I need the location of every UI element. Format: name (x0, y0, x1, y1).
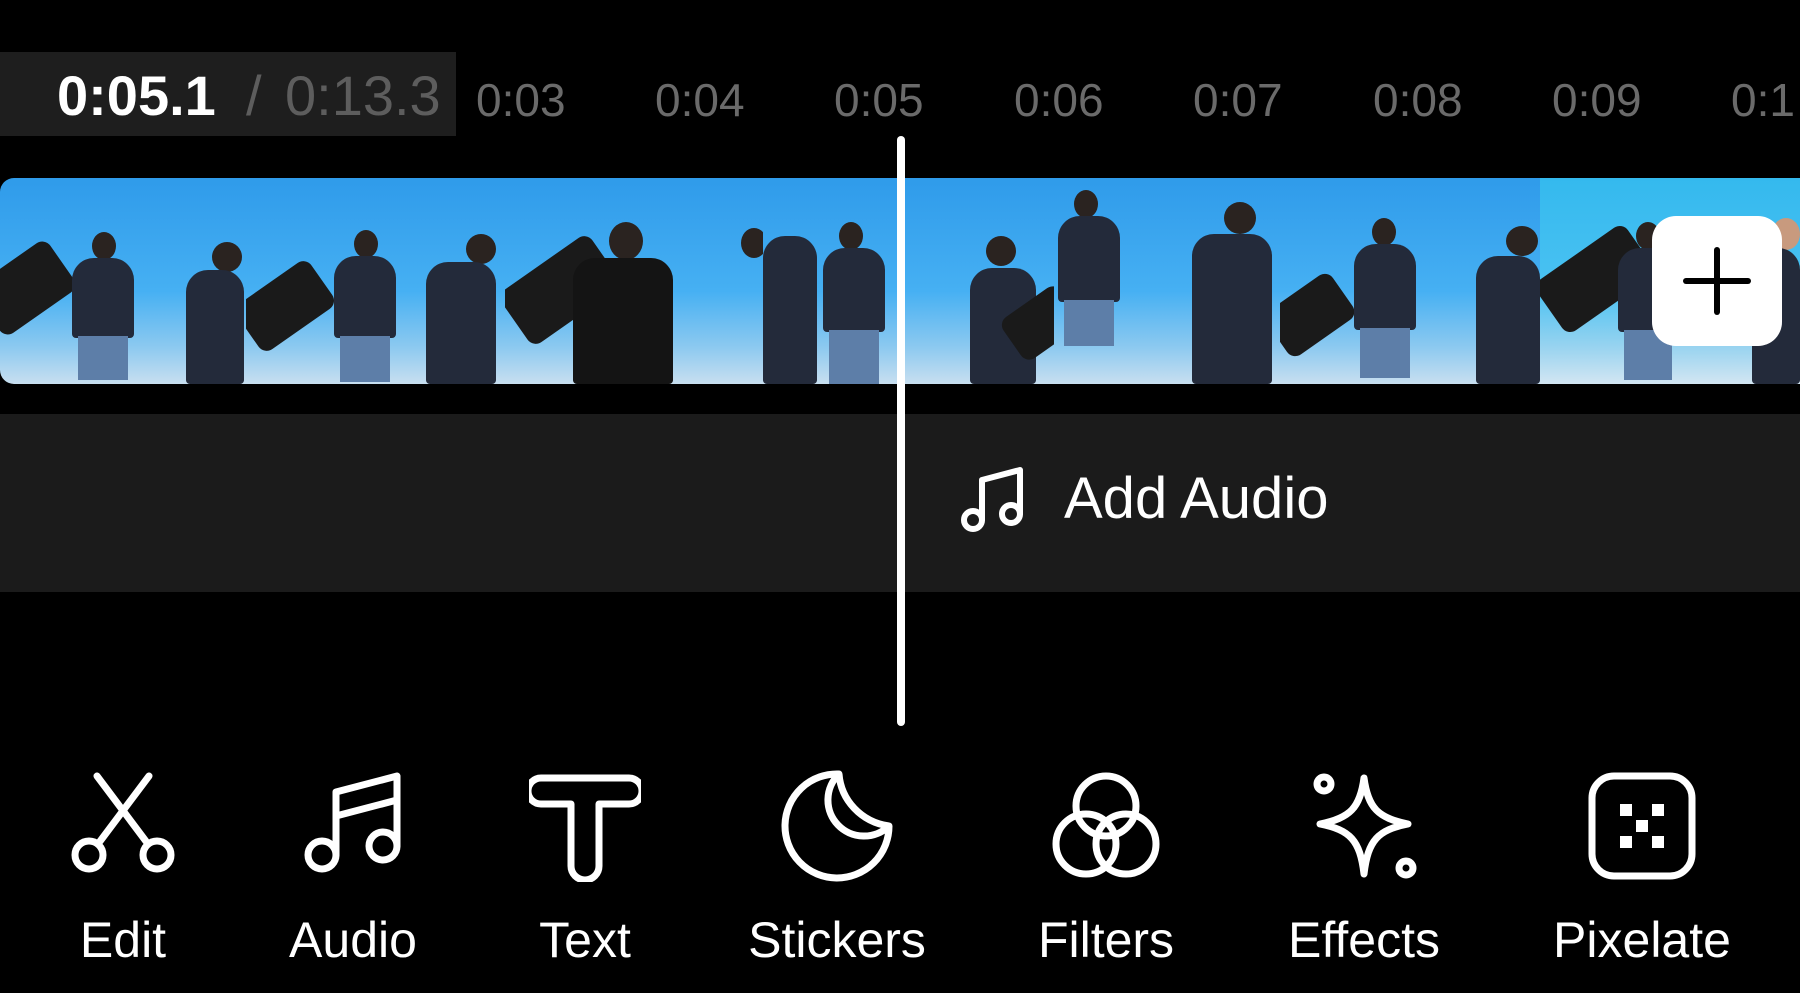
toolbar-edit-button[interactable]: Edit (23, 770, 223, 970)
ruler-label: 0:06 (1014, 74, 1104, 126)
toolbar-label: Pixelate (1553, 912, 1731, 968)
video-thumbnail (246, 178, 505, 384)
plus-icon (1683, 247, 1751, 315)
current-time: 0:05.1 (57, 64, 216, 127)
add-clip-button[interactable] (1652, 216, 1782, 346)
ruler-label: 0:03 (476, 74, 566, 126)
video-thumbnail (763, 178, 906, 384)
toolbar-label: Stickers (748, 912, 926, 968)
video-thumbnail (1054, 178, 1280, 384)
video-thumbnail (0, 178, 246, 384)
time-separator: / (246, 64, 262, 127)
ruler-label: 0:08 (1373, 74, 1463, 126)
ruler-label: 0:05 (834, 74, 924, 126)
sparkle-icon (1313, 773, 1417, 879)
toolbar-stickers-button[interactable]: Stickers (737, 770, 937, 970)
add-audio-button[interactable]: Add Audio (960, 459, 1328, 539)
ruler-label: 0:04 (655, 74, 745, 126)
toolbar-filters-button[interactable]: Filters (1006, 770, 1206, 970)
toolbar-text-button[interactable]: Text (485, 770, 685, 970)
toolbar-label: Audio (289, 912, 417, 968)
filters-circles-icon (1052, 772, 1160, 878)
toolbar-label: Text (539, 912, 631, 968)
toolbar-effects-button[interactable]: Effects (1264, 770, 1464, 970)
toolbar-label: Effects (1288, 912, 1440, 968)
video-thumbnail (1280, 178, 1540, 384)
text-t-icon (529, 774, 641, 882)
toolbar-label: Edit (79, 912, 167, 968)
pixelate-icon (1588, 772, 1696, 880)
music-note-icon (961, 467, 1023, 532)
ruler-label: 0:09 (1552, 74, 1642, 126)
music-note-icon (304, 772, 401, 873)
video-thumbnail (505, 178, 763, 384)
playhead[interactable] (897, 136, 905, 726)
total-time: 0:13.3 (285, 64, 441, 127)
toolbar-pixelate-button[interactable]: Pixelate (1542, 770, 1742, 970)
video-thumbnail (906, 178, 1054, 384)
toolbar-label: Filters (1037, 912, 1175, 968)
add-audio-label: Add Audio (1064, 466, 1329, 531)
scissors-icon (71, 772, 175, 873)
toolbar-audio-button[interactable]: Audio (253, 770, 453, 970)
ruler-label: 0:1 (1731, 74, 1795, 126)
ruler-label: 0:07 (1193, 74, 1283, 126)
sticker-icon (781, 770, 893, 882)
